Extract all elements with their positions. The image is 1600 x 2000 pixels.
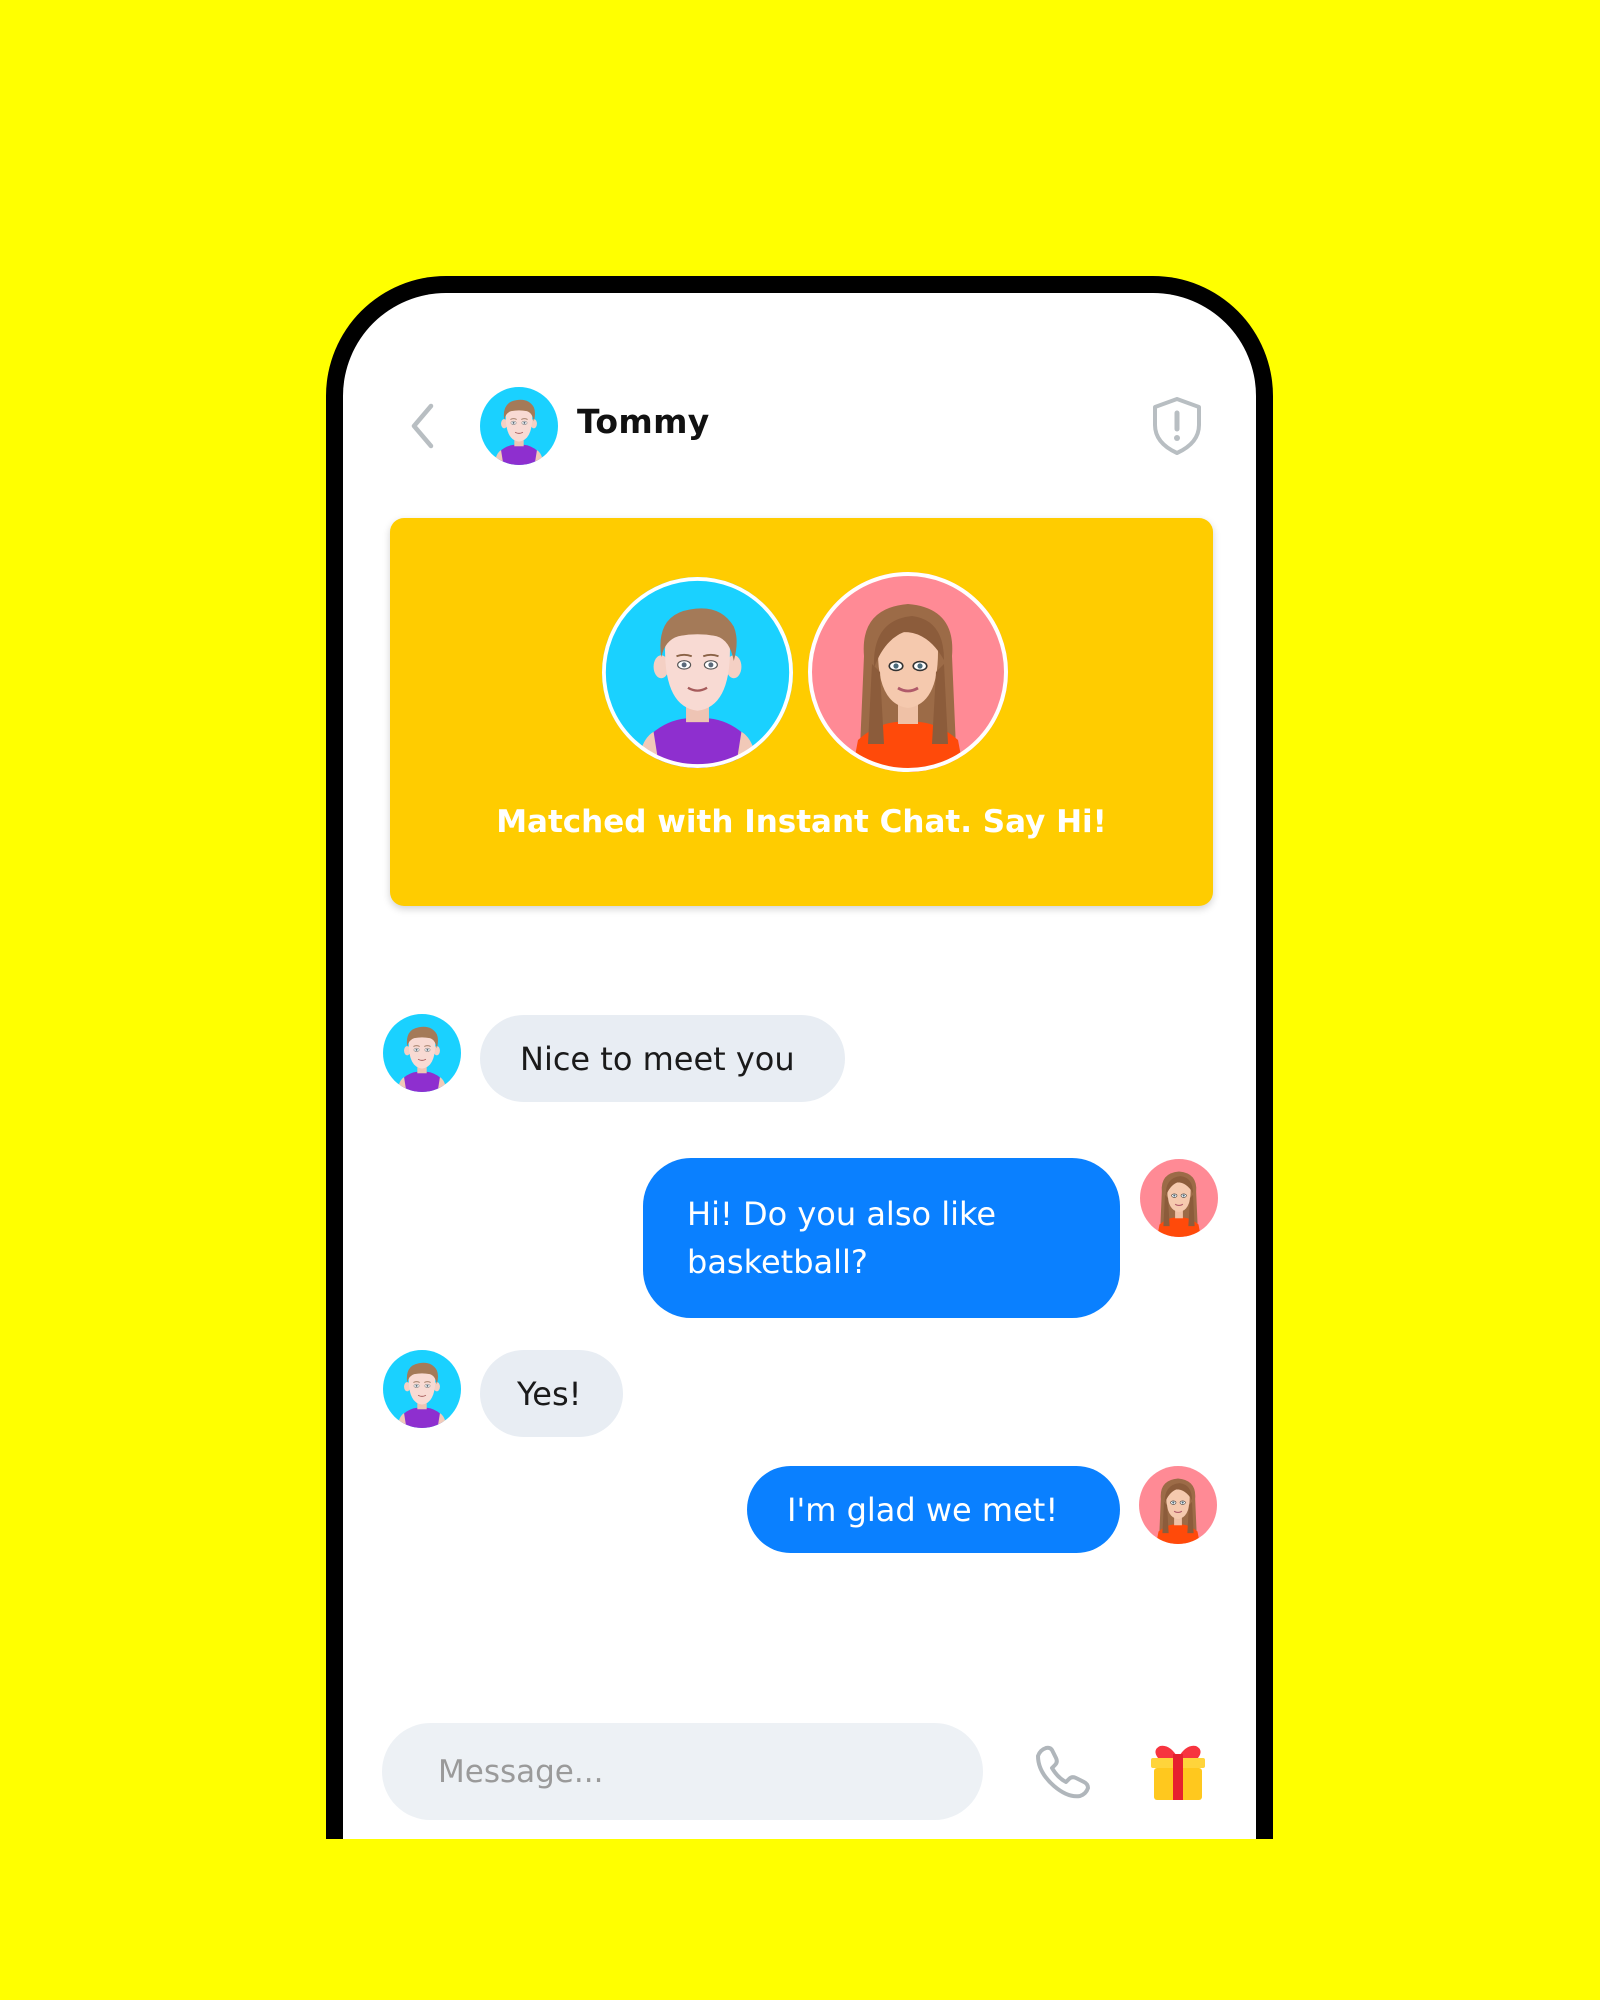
boy-avatar-icon <box>383 1350 461 1428</box>
contact-name[interactable]: Tommy <box>577 399 710 445</box>
message-avatar-tommy[interactable] <box>383 1350 461 1428</box>
message-input[interactable] <box>382 1723 983 1820</box>
contact-avatar[interactable] <box>480 387 558 465</box>
message-text: I'm glad we met! <box>787 1490 1059 1529</box>
message-bubble-outgoing[interactable]: Hi! Do you also like basketball? <box>643 1158 1120 1318</box>
chat-screen: Tommy Matched with Instant Chat. Say Hi!… <box>343 293 1256 1839</box>
boy-avatar-icon <box>383 1014 461 1092</box>
gift-icon <box>1151 1745 1205 1800</box>
gift-button[interactable] <box>1146 1740 1210 1802</box>
message-text: Hi! Do you also like basketball? <box>687 1195 997 1281</box>
phone-frame: Tommy Matched with Instant Chat. Say Hi!… <box>326 276 1273 1839</box>
match-card: Matched with Instant Chat. Say Hi! <box>390 518 1213 906</box>
boy-avatar-icon <box>480 387 558 465</box>
message-avatar-me[interactable] <box>1140 1159 1218 1237</box>
message-avatar-me[interactable] <box>1139 1466 1217 1544</box>
girl-avatar-icon <box>808 572 1008 772</box>
match-avatar-girl <box>808 572 1008 772</box>
girl-avatar-icon <box>1140 1159 1218 1237</box>
match-avatar-boy <box>602 577 793 768</box>
shield-alert-icon <box>1153 397 1201 455</box>
girl-avatar-icon <box>1139 1466 1217 1544</box>
message-bubble-incoming[interactable]: Nice to meet you <box>480 1015 845 1102</box>
message-text: Yes! <box>517 1374 582 1413</box>
phone-icon <box>1036 1745 1090 1799</box>
message-avatar-tommy[interactable] <box>383 1014 461 1092</box>
message-text: Nice to meet you <box>520 1039 795 1078</box>
boy-avatar-icon <box>602 577 793 768</box>
call-button[interactable] <box>1032 1742 1092 1802</box>
safety-button[interactable] <box>1149 395 1205 457</box>
chevron-left-icon <box>411 403 434 449</box>
message-bubble-outgoing[interactable]: I'm glad we met! <box>747 1466 1120 1553</box>
back-button[interactable] <box>405 401 441 451</box>
message-bubble-incoming[interactable]: Yes! <box>480 1350 623 1437</box>
match-message: Matched with Instant Chat. Say Hi! <box>496 804 1107 840</box>
